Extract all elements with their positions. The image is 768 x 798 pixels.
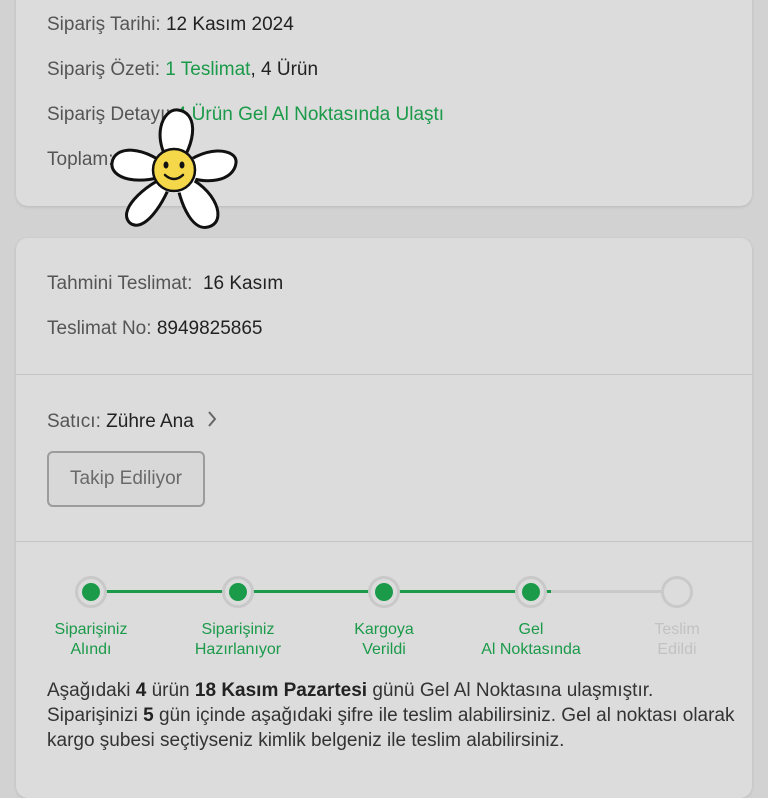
estimated-delivery-label: Tahmini Teslimat:	[47, 273, 193, 294]
section-divider	[16, 374, 752, 375]
estimated-delivery-row: Tahmini Teslimat: 16 Kasım	[47, 273, 283, 295]
step-label-shipped: Kargoya Verildi	[354, 621, 414, 658]
seller-label: Satıcı:	[47, 411, 101, 433]
delivery-card: Tahmini Teslimat: 16 Kasım Teslimat No: …	[16, 238, 752, 798]
step-label-delivered: Teslim Edildi	[654, 621, 700, 658]
order-total-row: Toplam:	[47, 149, 114, 171]
estimated-delivery-value: 16 Kasım	[202, 273, 284, 294]
delivery-number-label: Teslimat No:	[47, 318, 152, 339]
pickup-description: Aşağıdaki 4 ürün 18 Kasım Pazartesi günü…	[47, 680, 735, 751]
step-label-preparing: Siparişiniz Hazırlanıyor	[194, 621, 282, 658]
delivery-number-row: Teslimat No: 8949825865	[47, 318, 262, 340]
order-summary-delivery-link[interactable]: 1 Teslimat	[165, 59, 250, 80]
step-label-pickup-point: Gel Al Noktasında	[481, 621, 581, 658]
smiling-flower-sticker	[108, 108, 242, 236]
order-summary-separator: ,	[250, 59, 256, 80]
delivery-number-value: 8949825865	[156, 318, 263, 339]
order-summary-items: 4 Ürün	[261, 59, 319, 80]
section-divider	[16, 541, 752, 542]
step-pending-line	[551, 590, 677, 593]
follow-button[interactable]: Takip Ediliyor	[47, 451, 205, 507]
step-dot-preparing	[222, 576, 254, 608]
seller-link[interactable]: Satıcı: Zühre Ana	[47, 410, 217, 434]
order-date-row: Sipariş Tarihi: 12 Kasım 2024	[47, 14, 294, 36]
step-dot-pickup-point	[515, 576, 547, 608]
step-label-ordered: Siparişiniz Alındı	[54, 621, 128, 658]
step-progress-line	[105, 590, 551, 593]
chevron-right-icon	[207, 410, 217, 434]
order-date-value: 12 Kasım 2024	[165, 14, 294, 35]
step-dot-ordered	[75, 576, 107, 608]
order-date-label: Sipariş Tarihi:	[47, 14, 161, 35]
step-dot-delivered	[661, 576, 693, 608]
seller-name: Zühre Ana	[106, 411, 194, 433]
order-summary-row: Sipariş Özeti: 1 Teslimat, 4 Ürün	[47, 59, 318, 81]
step-dot-shipped	[368, 576, 400, 608]
order-total-label: Toplam:	[47, 149, 114, 170]
order-summary-label: Sipariş Özeti:	[47, 59, 160, 80]
order-detail-row: Sipariş Detayı: 4 Ürün Gel Al Noktasında…	[47, 104, 444, 126]
